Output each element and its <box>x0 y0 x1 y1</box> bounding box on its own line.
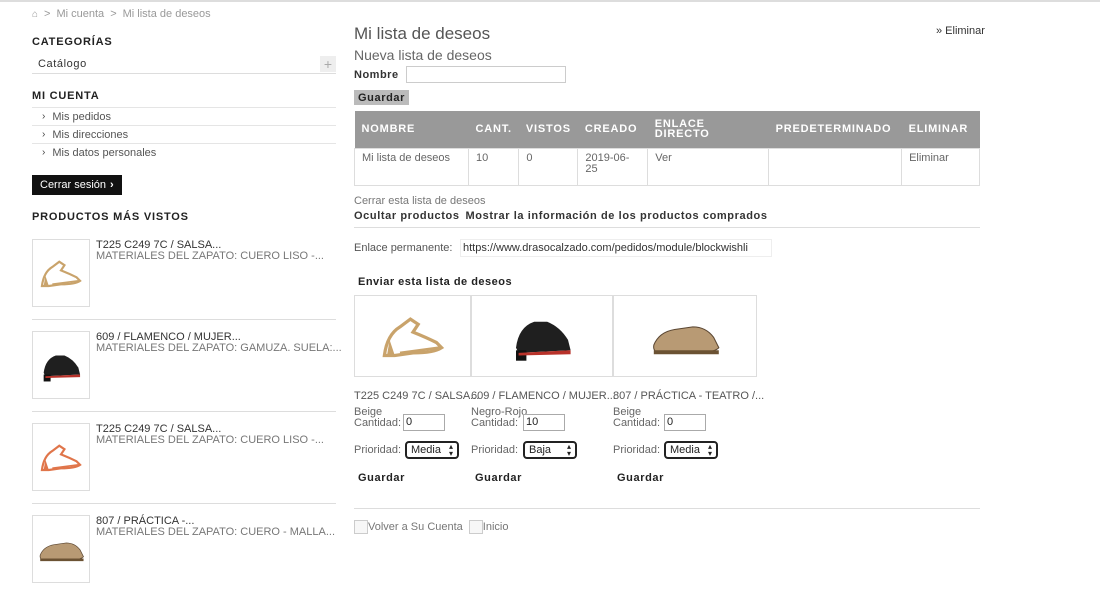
divider <box>32 503 336 504</box>
permalink-input[interactable]: https://www.drasocalzado.com/pedidos/mod… <box>460 239 772 257</box>
product-image[interactable] <box>613 295 757 377</box>
close-list-link[interactable]: Cerrar esta lista de deseos <box>354 195 485 207</box>
categories-heading: CATEGORÍAS <box>32 36 113 48</box>
chevron-right-icon: › <box>42 129 46 140</box>
product-thumbnail[interactable] <box>32 239 90 307</box>
show-bought-link[interactable]: Mostrar la información de los productos … <box>466 210 768 227</box>
expand-plus-icon[interactable]: + <box>320 55 336 72</box>
permalink-label: Enlace permanente: <box>354 242 453 254</box>
table-header-row: NOMBRE CANT. VISTOS CREADO ENLACE DIRECT… <box>354 111 980 148</box>
product-name[interactable]: T225 C249 7C / SALSA... <box>354 390 479 402</box>
save-product-button[interactable]: Guardar <box>475 472 522 484</box>
priority-select[interactable]: Media ▴ ▾ <box>664 441 718 459</box>
account-menu: › Mis pedidos › Mis direcciones › Mis datos… <box>32 107 336 161</box>
quantity-input[interactable]: 0 <box>664 414 706 431</box>
footer-links: Volver a Su Cuenta Inicio <box>354 520 514 534</box>
product-name[interactable]: 807 / PRÁCTICA - TEATRO /... <box>613 390 764 402</box>
cell-name[interactable]: Mi lista de deseos <box>354 147 469 186</box>
save-product-button[interactable]: Guardar <box>617 472 664 484</box>
quantity-input[interactable]: 10 <box>523 414 565 431</box>
cell-created: 2019-06-25 <box>577 147 649 186</box>
product-image[interactable] <box>354 295 471 377</box>
cell-qty: 10 <box>467 147 520 186</box>
name-input[interactable] <box>406 66 566 83</box>
catalog-row[interactable]: Catálogo + <box>32 54 336 74</box>
chevron-right-icon: › <box>42 147 46 158</box>
new-wishlist-heading: Nueva lista de deseos <box>354 47 492 63</box>
divider <box>32 411 336 412</box>
quantity-label: Cantidad: <box>613 417 661 429</box>
save-wishlist-button[interactable]: Guardar <box>354 90 409 105</box>
save-product-button[interactable]: Guardar <box>358 472 405 484</box>
logout-button[interactable]: Cerrar sesión › <box>32 175 122 195</box>
priority-label: Prioridad: <box>354 444 402 456</box>
col-viewed: VISTOS <box>518 111 578 148</box>
breadcrumb-account[interactable]: Mi cuenta <box>56 8 104 20</box>
catalog-label[interactable]: Catálogo <box>38 58 87 70</box>
quantity-label: Cantidad: <box>354 417 402 429</box>
col-direct-link: ENLACE DIRECTO <box>647 111 769 148</box>
divider <box>354 508 980 509</box>
breadcrumb-separator: > <box>44 8 51 20</box>
col-default: PREDETERMINADO <box>768 111 902 148</box>
sidebar: CATEGORÍAS Catálogo + MI CUENTA › Mis ped… <box>32 30 336 223</box>
chevron-right-icon: › <box>110 179 114 191</box>
hide-products-link[interactable]: Ocultar productos <box>354 210 460 227</box>
account-item-orders[interactable]: › Mis pedidos <box>32 107 336 125</box>
product-thumbnail[interactable] <box>32 423 90 491</box>
quantity-input[interactable]: 0 <box>403 414 445 431</box>
my-account-heading: MI CUENTA <box>32 90 100 102</box>
cell-view-link[interactable]: Ver <box>647 147 770 186</box>
breadcrumb-separator: > <box>110 8 117 20</box>
quantity-label: Cantidad: <box>471 417 519 429</box>
priority-label: Prioridad: <box>613 444 661 456</box>
divider <box>32 319 336 320</box>
breadcrumb-current: Mi lista de deseos <box>122 8 211 20</box>
product-thumbnail[interactable] <box>32 331 90 399</box>
account-item-addresses[interactable]: › Mis direcciones <box>32 125 336 143</box>
col-qty: CANT. <box>468 111 519 148</box>
viewed-product-desc: MATERIALES DEL ZAPATO: CUERO LISO -... <box>96 434 324 446</box>
delete-wishlist-link[interactable]: » Eliminar <box>936 25 985 37</box>
col-delete: ELIMINAR <box>901 111 980 148</box>
viewed-product-desc: MATERIALES DEL ZAPATO: CUERO - MALLA... <box>96 526 335 538</box>
select-arrows-icon: ▴ ▾ <box>566 442 571 458</box>
wishlist-table: NOMBRE CANT. VISTOS CREADO ENLACE DIRECT… <box>354 111 980 186</box>
send-wishlist-link[interactable]: Enviar esta lista de deseos <box>358 276 512 288</box>
priority-select[interactable]: Media ▴ ▾ <box>405 441 459 459</box>
select-arrows-icon: ▴ ▾ <box>448 442 453 458</box>
product-name[interactable]: 609 / FLAMENCO / MUJER... <box>471 390 616 402</box>
chevron-right-icon: › <box>42 111 46 122</box>
account-item-personal-data[interactable]: › Mis datos personales <box>32 143 336 161</box>
cell-delete-link[interactable]: Eliminar <box>901 147 980 186</box>
cell-default[interactable] <box>768 147 903 186</box>
home-icon[interactable]: ⌂ <box>32 9 38 20</box>
page-title: Mi lista de deseos <box>354 24 491 43</box>
home-icon[interactable] <box>468 520 483 534</box>
table-row: Mi lista de deseos 10 0 2019-06-25 Ver E… <box>354 147 980 186</box>
cell-viewed: 0 <box>518 147 579 186</box>
actions-bar: Ocultar productos Mostrar la información… <box>354 210 980 228</box>
home-link[interactable]: Inicio <box>483 521 509 533</box>
name-label: Nombre <box>354 69 399 81</box>
priority-select[interactable]: Baja ▴ ▾ <box>523 441 577 459</box>
priority-label: Prioridad: <box>471 444 519 456</box>
back-to-account-link[interactable]: Volver a Su Cuenta <box>368 521 463 533</box>
product-thumbnail[interactable] <box>32 515 90 583</box>
viewed-product-desc: MATERIALES DEL ZAPATO: CUERO LISO -... <box>96 250 324 262</box>
select-arrows-icon: ▴ ▾ <box>707 442 712 458</box>
most-viewed-heading: PRODUCTOS MÁS VISTOS <box>32 211 189 223</box>
viewed-product-desc: MATERIALES DEL ZAPATO: GAMUZA. SUELA:... <box>96 342 342 354</box>
col-name: NOMBRE <box>354 111 469 148</box>
product-image[interactable] <box>471 295 613 377</box>
col-created: CREADO <box>577 111 648 148</box>
breadcrumb: ⌂ > Mi cuenta > Mi lista de deseos <box>32 8 211 20</box>
back-icon[interactable] <box>354 520 368 534</box>
main-content: Mi lista de deseos » Eliminar Nueva list… <box>354 0 994 594</box>
